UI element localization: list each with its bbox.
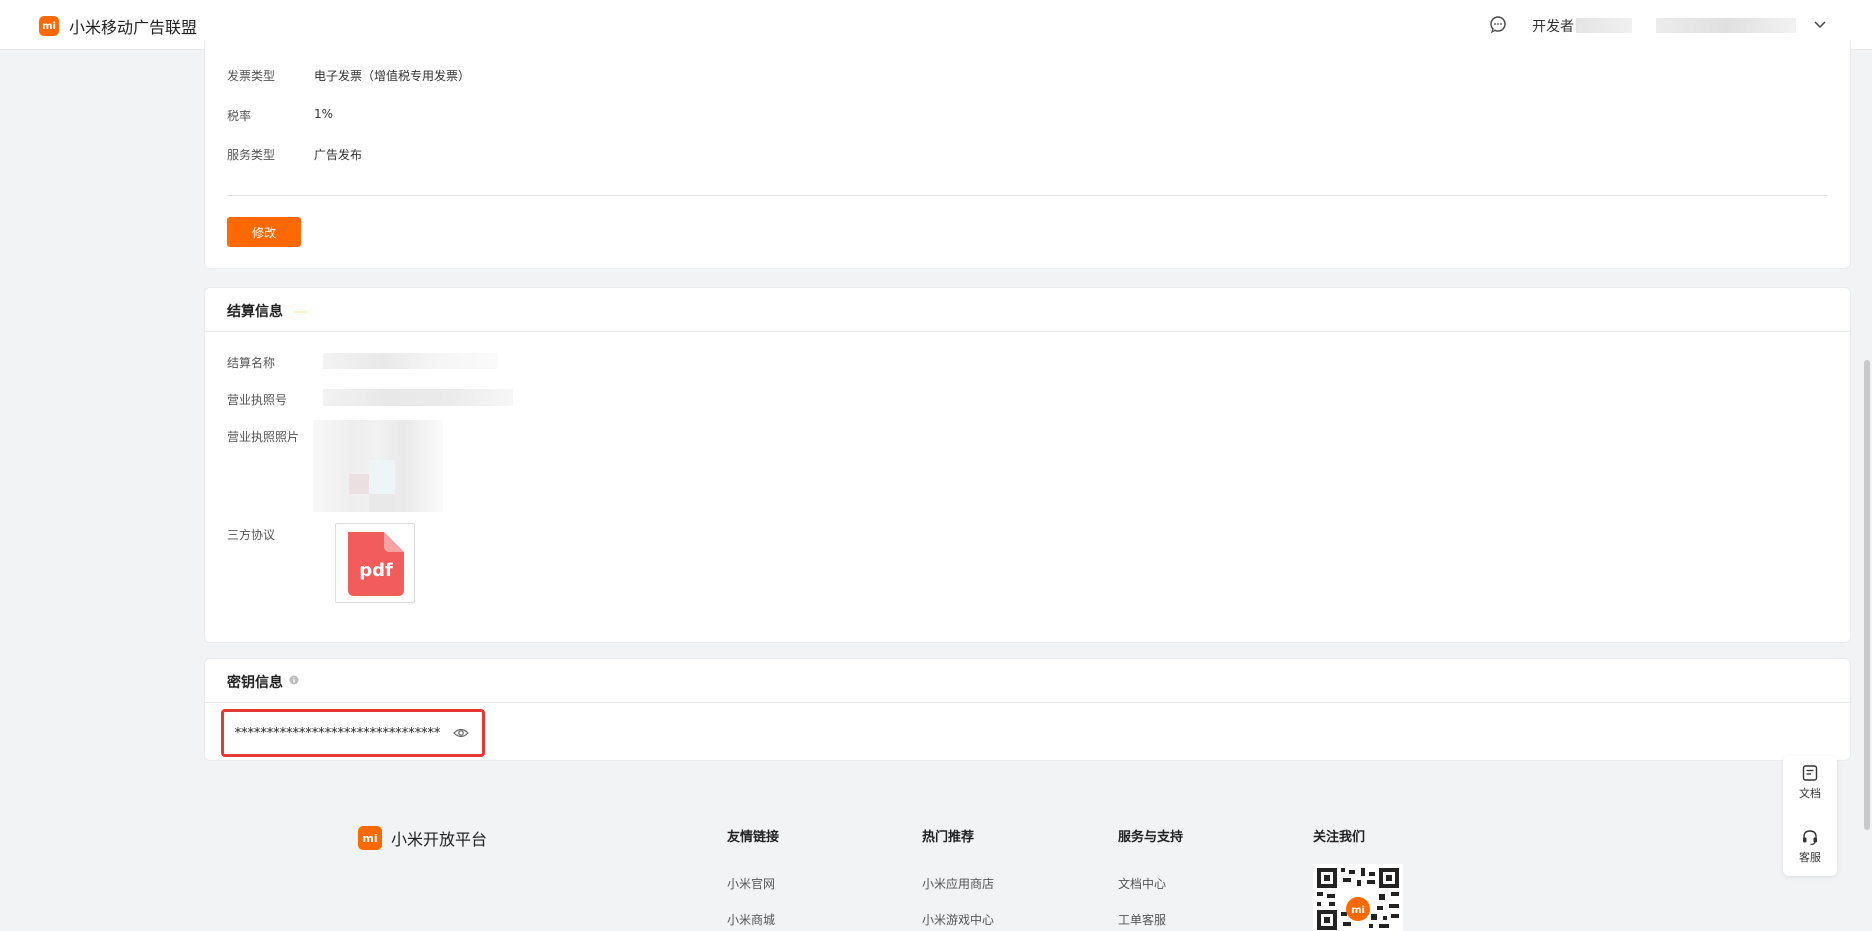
license-photo-label: 营业执照照片 (227, 430, 300, 444)
document-icon (1802, 765, 1818, 781)
license-photo-row: 营业执照照片 (227, 428, 299, 445)
developer-id-redacted (1576, 18, 1632, 33)
scrollbar[interactable] (1862, 50, 1872, 931)
footer-col-hot-title: 热门推荐 (922, 830, 975, 845)
qr-code-icon: mi (1317, 868, 1399, 930)
info-icon[interactable] (289, 675, 299, 685)
floating-help-panel: 文档 客服 (1783, 756, 1837, 876)
brand-title: 小米移动广告联盟 (69, 18, 198, 37)
pdf-label: pdf (359, 560, 393, 581)
license-no-row: 营业执照号 (227, 391, 287, 408)
invoice-type-value: 电子发票（增值税专用发票） (314, 69, 471, 83)
docs-label: 文档 (1799, 787, 1821, 800)
settlement-card: 结算信息 结算名称 营业执照号 营业执照照片 三方协议 pdf (204, 287, 1851, 643)
tax-rate-label: 税率 (227, 109, 252, 123)
invoice-type-row: 发票类型 电子发票（增值税专用发票） (227, 67, 470, 84)
secret-card-header: 密钥信息 (205, 659, 1850, 703)
service-type-label: 服务类型 (227, 148, 276, 162)
service-label: 客服 (1799, 851, 1821, 864)
title-accent (293, 311, 307, 313)
footer-brand-label: 小米开放平台 (391, 830, 488, 849)
secret-card: 密钥信息 ******************************** (204, 658, 1851, 761)
footer-link[interactable]: 小米官网 (727, 875, 775, 892)
footer-link[interactable]: 工单客服 (1118, 911, 1166, 928)
service-button[interactable]: 客服 (1783, 828, 1837, 865)
edit-button[interactable]: 修改 (227, 217, 301, 247)
footer-brand[interactable]: mi 小米开放平台 (358, 826, 487, 850)
tax-rate-value: 1% (314, 107, 334, 121)
license-no-label: 营业执照号 (227, 393, 288, 407)
settlement-name-redacted (323, 353, 498, 369)
invoice-type-label: 发票类型 (227, 69, 276, 83)
footer-link[interactable]: 小米商城 (727, 911, 775, 928)
headset-icon (1803, 830, 1817, 846)
service-type-row: 服务类型 广告发布 (227, 146, 362, 163)
eye-icon[interactable] (453, 726, 469, 740)
message-icon[interactable] (1488, 14, 1508, 34)
footer-col-links-title: 友情链接 (727, 830, 780, 845)
secret-key-field[interactable]: ******************************** (221, 709, 485, 757)
docs-button[interactable]: 文档 (1783, 764, 1837, 801)
tax-rate-row: 税率 1% (227, 107, 333, 124)
footer-col-follow-title: 关注我们 (1313, 830, 1366, 845)
account-name-redacted[interactable] (1656, 18, 1796, 33)
brand[interactable]: mi 小米移动广告联盟 (39, 14, 197, 38)
chevron-down-icon[interactable] (1812, 16, 1828, 32)
license-photo-thumbnail[interactable] (313, 420, 443, 512)
footer-col-support-title: 服务与支持 (1118, 830, 1184, 845)
invoice-card: 发票类型 电子发票（增值税专用发票） 税率 1% 服务类型 广告发布 修改 (204, 40, 1851, 269)
mi-logo-icon: mi (39, 16, 59, 36)
secret-key-value: ******************************** (234, 726, 441, 741)
pdf-attachment[interactable]: pdf (335, 523, 415, 603)
footer-link[interactable]: 小米应用商店 (922, 875, 994, 892)
qr-code: mi (1313, 864, 1403, 931)
license-no-redacted (323, 389, 513, 406)
agreement-label: 三方协议 (227, 528, 276, 542)
secret-title: 密钥信息 (227, 675, 283, 691)
footer-link[interactable]: 文档中心 (1118, 875, 1166, 892)
divider (227, 195, 1828, 196)
settlement-card-header: 结算信息 (205, 288, 1850, 332)
agreement-row: 三方协议 (227, 526, 275, 543)
settlement-name-row: 结算名称 (227, 354, 275, 371)
footer-link[interactable]: 小米游戏中心 (922, 911, 994, 928)
scrollbar-thumb[interactable] (1864, 360, 1870, 830)
settlement-title: 结算信息 (227, 304, 283, 320)
settlement-name-label: 结算名称 (227, 356, 276, 370)
developer-label: 开发者 (1532, 19, 1574, 35)
footer-mi-logo-icon: mi (358, 826, 382, 850)
svg-text:mi: mi (1351, 905, 1365, 916)
service-type-value: 广告发布 (314, 148, 363, 162)
